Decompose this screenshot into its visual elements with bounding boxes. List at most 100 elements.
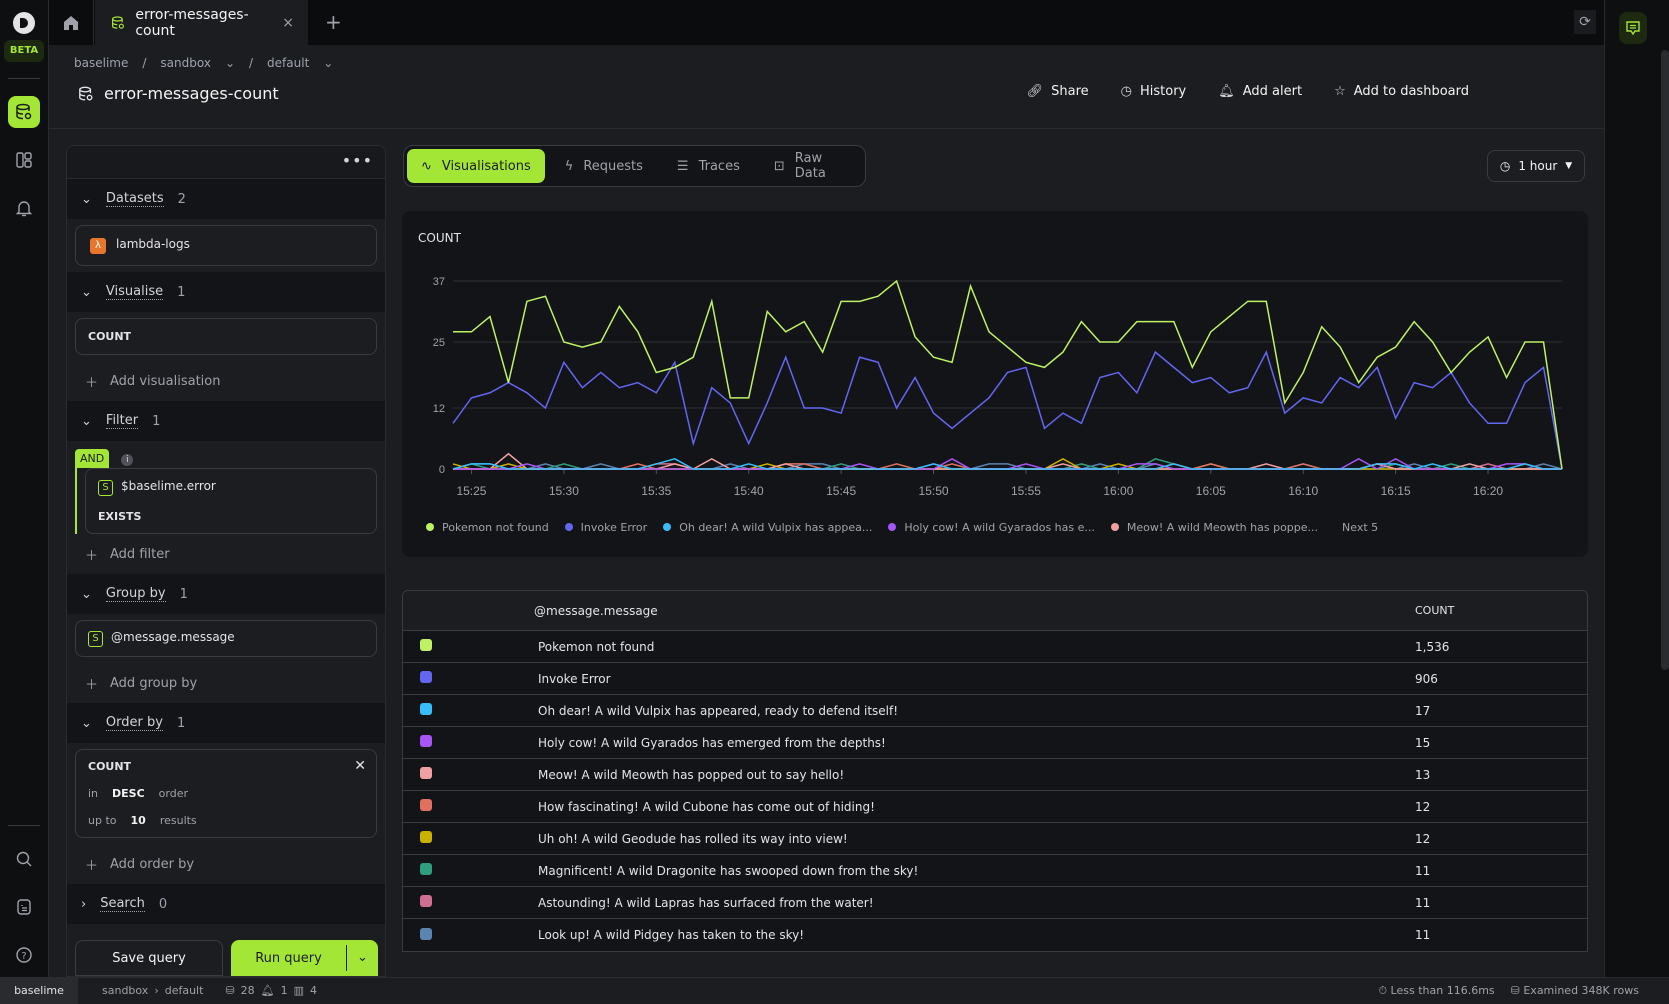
breadcrumb-service[interactable]: default	[267, 56, 309, 70]
table-row[interactable]: Astounding! A wild Lapras has surfaced f…	[403, 887, 1587, 919]
save-query-button[interactable]: Save query	[75, 940, 223, 976]
breadcrumb-org[interactable]: baselime	[74, 56, 128, 70]
tab-label: Requests	[583, 158, 643, 174]
info-icon[interactable]: i	[121, 454, 134, 466]
tab-traces[interactable]: ☰ Traces	[663, 149, 754, 183]
run-query-button[interactable]: Run query ⌄	[231, 940, 378, 976]
legend-dot	[564, 523, 573, 531]
series-line[interactable]	[453, 452, 1562, 470]
table-row[interactable]: Invoke Error 906	[403, 663, 1587, 695]
page-title: error-messages-count	[78, 84, 279, 103]
string-type-icon: S	[88, 631, 103, 647]
filter-group: AND i S $baselime.error EXISTS	[67, 441, 385, 534]
filter-item[interactable]: S $baselime.error EXISTS	[85, 468, 377, 534]
page-title-text: error-messages-count	[104, 84, 279, 103]
table-row[interactable]: Meow! A wild Meowth has popped out to sa…	[403, 759, 1587, 791]
nav-search-button[interactable]	[8, 843, 40, 875]
nav-alerts-button[interactable]	[8, 192, 40, 224]
docs-icon	[17, 899, 31, 915]
add-visualisation-label: Add visualisation	[110, 373, 221, 389]
series-line[interactable]	[453, 279, 1563, 470]
breadcrumb-env[interactable]: sandbox	[160, 56, 211, 70]
dataset-item[interactable]: λ lambda-logs	[75, 225, 377, 266]
home-tab[interactable]	[49, 0, 94, 45]
tab-requests[interactable]: ϟ Requests	[551, 149, 657, 183]
string-type-icon: S	[98, 480, 113, 496]
clock-icon: ◷	[1499, 159, 1511, 173]
share-button[interactable]: 🔗︎ Share	[1027, 84, 1089, 99]
section-datasets[interactable]: ⌄ Datasets 2	[67, 179, 385, 219]
add-visualisation-button[interactable]: ＋ Add visualisation	[67, 361, 385, 401]
time-range-select[interactable]: ◷ 1 hour ▼	[1487, 150, 1585, 182]
table-row[interactable]: Uh oh! A wild Geodude has rolled its way…	[403, 823, 1587, 855]
more-options-icon[interactable]: •••	[342, 151, 373, 170]
chevron-down-icon[interactable]: ⌄	[323, 56, 333, 70]
row-color-cell	[403, 927, 534, 943]
bell-plus-icon: 🔔︎	[1218, 84, 1235, 99]
section-filter[interactable]: ⌄ Filter 1	[67, 401, 385, 441]
baselime-logo[interactable]	[13, 12, 35, 34]
table-row[interactable]: Oh dear! A wild Vulpix has appeared, rea…	[403, 695, 1587, 727]
chevron-down-icon[interactable]: ⌄	[346, 945, 378, 971]
query-duration: ⏱︎ Less than 116.6ms	[1378, 984, 1494, 998]
add-filter-label: Add filter	[110, 546, 170, 562]
status-path[interactable]: sandbox › default	[102, 984, 203, 997]
add-alert-button[interactable]: 🔔︎ Add alert	[1218, 84, 1302, 99]
legend-next-button[interactable]: Next 5	[1342, 521, 1378, 534]
legend-item[interactable]: Invoke Error	[564, 521, 647, 534]
close-tab-icon[interactable]: ×	[282, 15, 294, 31]
history-button[interactable]: ◷ History	[1121, 84, 1187, 99]
series-line[interactable]	[452, 350, 1563, 470]
row-color-cell	[403, 735, 534, 750]
nav-query-button[interactable]	[8, 96, 40, 128]
close-icon[interactable]: ✕	[354, 758, 366, 774]
section-group-by[interactable]: ⌄ Group by 1	[67, 574, 385, 614]
header-message[interactable]: @message.message	[534, 604, 1415, 618]
table-row[interactable]: Holy cow! A wild Gyarados has emerged fr…	[403, 727, 1587, 759]
nav-help-button[interactable]: ?	[8, 939, 40, 971]
chat-button[interactable]	[1619, 12, 1647, 44]
add-group-by-button[interactable]: ＋ Add group by	[67, 663, 385, 703]
order-limit[interactable]: 10	[131, 814, 146, 827]
and-operator-badge[interactable]: AND	[75, 449, 110, 468]
nav-dashboards-button[interactable]	[8, 144, 40, 176]
status-org[interactable]: baselime	[0, 977, 78, 1004]
legend-item[interactable]: Oh dear! A wild Vulpix has appea...	[663, 521, 872, 534]
table-row[interactable]: Look up! A wild Pidgey has taken to the …	[403, 919, 1587, 951]
examined-text: Examined 348K rows	[1523, 983, 1639, 997]
group-by-item[interactable]: S @message.message	[75, 620, 377, 657]
visualisation-item[interactable]: COUNT	[75, 318, 377, 355]
table-row[interactable]: How fascinating! A wild Cubone has come …	[403, 791, 1587, 823]
tab-visualisations[interactable]: ∿ Visualisations	[407, 149, 545, 183]
chevron-down-icon[interactable]: ⌄	[225, 56, 235, 70]
add-tab-button[interactable]: +	[325, 10, 342, 34]
legend-item[interactable]: Pokemon not found	[426, 521, 549, 534]
section-visualise[interactable]: ⌄ Visualise 1	[67, 272, 385, 312]
add-filter-button[interactable]: ＋ Add filter	[67, 534, 385, 574]
right-panel	[1604, 0, 1669, 977]
scrollbar[interactable]	[1661, 50, 1669, 670]
order-direction[interactable]: DESC	[112, 787, 145, 800]
table-row[interactable]: Pokemon not found 1,536	[403, 631, 1587, 663]
refresh-icon[interactable]: ⟳	[1574, 10, 1596, 34]
nav-docs-button[interactable]	[8, 891, 40, 923]
tab-label: Visualisations	[441, 158, 531, 174]
legend-item[interactable]: Holy cow! A wild Gyarados has e...	[888, 521, 1095, 534]
add-order-by-button[interactable]: ＋ Add order by	[67, 844, 385, 884]
x-tick-label: 15:50	[919, 484, 949, 498]
add-to-dashboard-button[interactable]: ☆ Add to dashboard	[1334, 84, 1469, 99]
tab-raw-data[interactable]: ⊡ Raw Data	[760, 149, 862, 183]
section-order-by[interactable]: ⌄ Order by 1	[67, 703, 385, 743]
section-search[interactable]: › Search 0	[67, 884, 385, 924]
add-alert-label: Add alert	[1242, 84, 1303, 99]
table-row[interactable]: Magnificent! A wild Dragonite has swoope…	[403, 855, 1587, 887]
chevron-down-icon: ⌄	[81, 284, 92, 300]
order-by-field[interactable]: COUNT	[88, 760, 364, 773]
header-count[interactable]: COUNT	[1415, 604, 1587, 617]
tab-error-messages-count[interactable]: error-messages-count ×	[95, 0, 308, 45]
legend-item[interactable]: Meow! A wild Meowth has poppe...	[1110, 521, 1318, 534]
results-label: results	[159, 814, 197, 827]
section-count: 0	[158, 896, 168, 912]
series-color-swatch	[420, 895, 432, 907]
breadcrumb: baselime / sandbox ⌄ / default ⌄	[74, 56, 333, 70]
